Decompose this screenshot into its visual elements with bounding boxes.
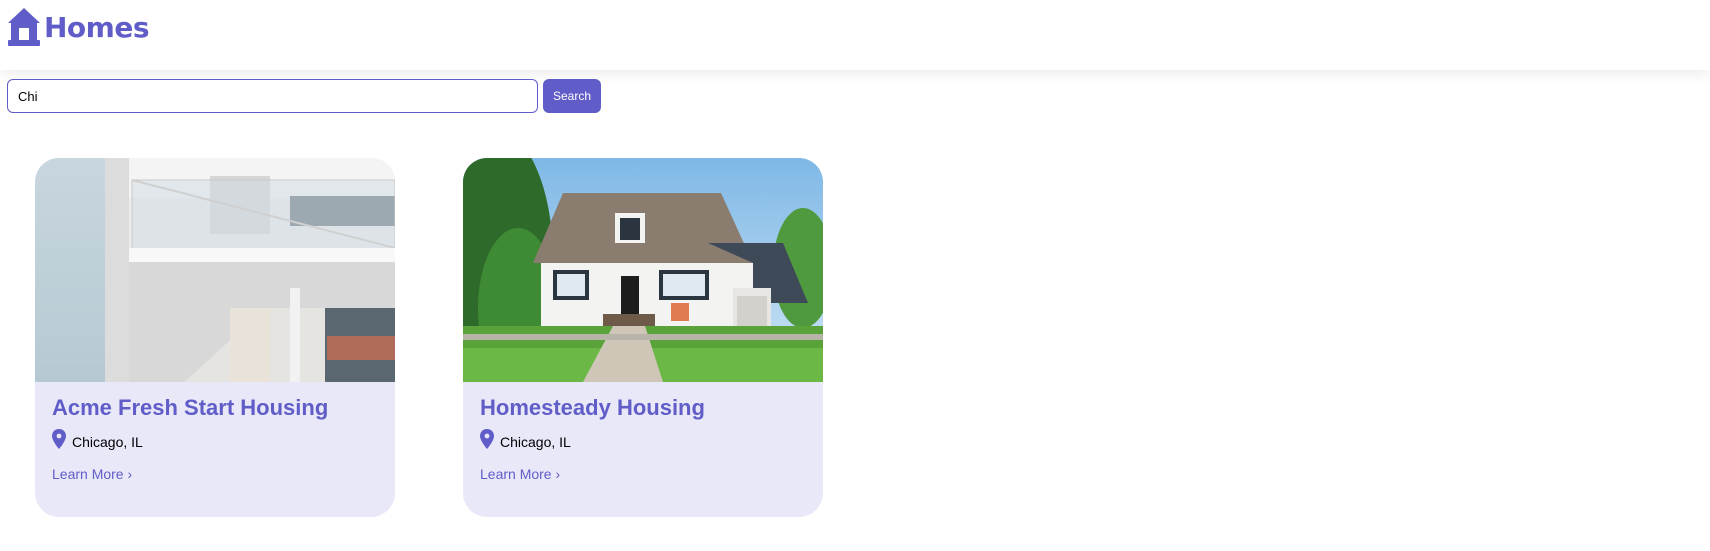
learn-more-link[interactable]: Learn More › <box>480 466 560 482</box>
learn-more-link[interactable]: Learn More › <box>52 466 132 482</box>
search-input[interactable] <box>7 79 538 113</box>
listing-location: Chicago, IL <box>52 429 378 450</box>
listing-image <box>35 158 395 382</box>
search-bar: Search <box>7 79 601 113</box>
location-pin-icon <box>52 429 66 449</box>
listing-card[interactable]: Homesteady Housing Chicago, IL Learn Mor… <box>463 158 823 517</box>
listing-title: Homesteady Housing <box>480 395 705 420</box>
top-header: Homes <box>0 0 1710 70</box>
search-button[interactable]: Search <box>543 79 601 113</box>
listing-card[interactable]: Acme Fresh Start Housing Chicago, IL Lea… <box>35 158 395 517</box>
location-pin-icon <box>480 429 494 449</box>
listing-location-text: Chicago, IL <box>72 434 143 450</box>
logo-text: Homes <box>44 10 150 44</box>
logo[interactable]: Homes <box>6 6 150 48</box>
listing-location: Chicago, IL <box>480 429 806 450</box>
listing-image <box>463 158 823 382</box>
house-icon <box>8 8 40 46</box>
listing-title: Acme Fresh Start Housing <box>52 395 329 420</box>
listing-location-text: Chicago, IL <box>500 434 571 450</box>
